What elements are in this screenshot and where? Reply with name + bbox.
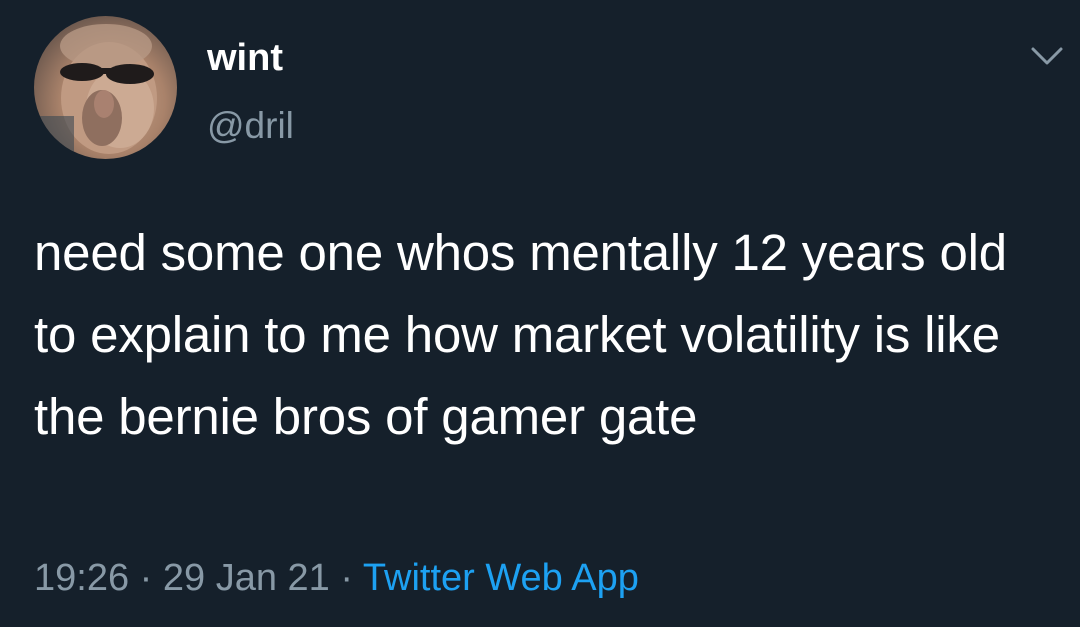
user-handle[interactable]: @dril (207, 104, 294, 148)
display-name[interactable]: wint (207, 36, 283, 80)
tweet-text: need some one whos mentally 12 years old… (34, 224, 1007, 445)
tweet-time[interactable]: 19:26 (34, 557, 129, 599)
tweet-source-link[interactable]: Twitter Web App (363, 557, 639, 599)
avatar-image (34, 24, 157, 159)
tweet-date[interactable]: 29 Jan 21 (163, 557, 330, 599)
meta-separator: · (139, 557, 153, 599)
chevron-down-icon[interactable] (1030, 44, 1064, 68)
tweet-card: wint @dril need some one whos mentally 1… (0, 0, 1080, 627)
meta-separator: · (340, 557, 354, 599)
tweet-meta: 19:26 · 29 Jan 21 · Twitter Web App (34, 554, 639, 602)
avatar[interactable] (34, 16, 177, 159)
